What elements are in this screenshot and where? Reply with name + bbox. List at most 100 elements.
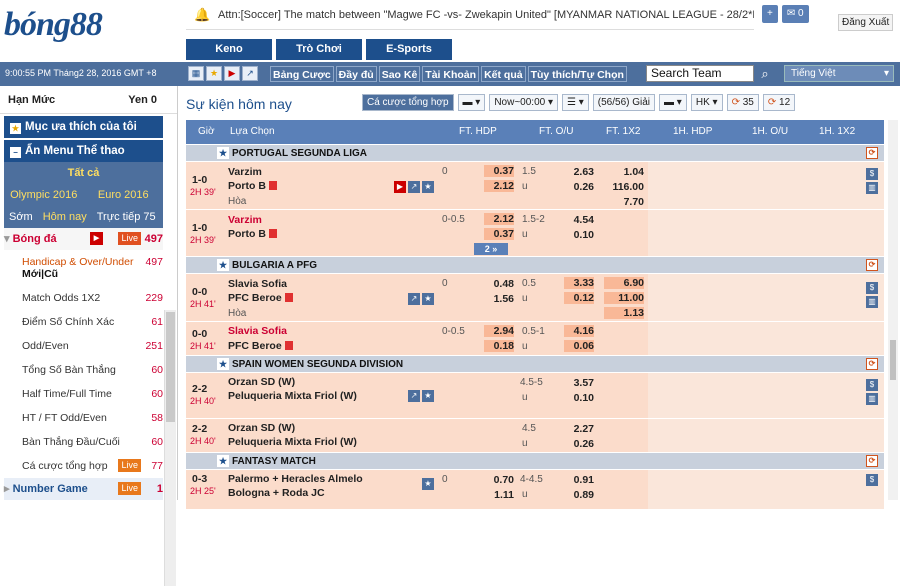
- market-ht-ft[interactable]: Half Time/Full Time 60: [4, 382, 163, 406]
- refresh-icon[interactable]: ⟳: [866, 358, 878, 370]
- market-1x2[interactable]: Match Odds 1X2 229: [4, 286, 163, 310]
- nav-esports[interactable]: E-Sports: [366, 39, 452, 60]
- odds-cell[interactable]: 0.10: [564, 229, 594, 241]
- play-icon[interactable]: ▶: [90, 232, 103, 245]
- odds-cell[interactable]: 3.33: [564, 277, 594, 289]
- refresh-icon[interactable]: ⟳: [866, 455, 878, 467]
- live-stream-icon[interactable]: ▶: [394, 181, 406, 193]
- market-first-last[interactable]: Bàn Thắng Đầu/Cuối 60: [4, 430, 163, 454]
- star-icon[interactable]: ★: [217, 455, 229, 467]
- stats-icon[interactable]: ▥: [866, 393, 878, 405]
- stats-icon[interactable]: ↗: [408, 293, 420, 305]
- odds-cell[interactable]: 3.57: [564, 377, 594, 389]
- parlay-button[interactable]: Cá cược tổng hợp: [362, 94, 454, 111]
- scroll-thumb[interactable]: [166, 312, 175, 422]
- all-sports[interactable]: Tất cả: [4, 162, 163, 184]
- stats-icon[interactable]: ↗: [408, 390, 420, 402]
- league-select[interactable]: (56/56) Giải: [592, 94, 656, 111]
- market-correct-score[interactable]: Điểm Số Chính Xác 61: [4, 310, 163, 334]
- dollar-icon[interactable]: $: [866, 282, 878, 294]
- news-ticker[interactable]: 🔔 Attn:[Soccer] The match between "Magwe…: [186, 0, 754, 30]
- nav-betlist[interactable]: Bảng Cược: [270, 66, 334, 82]
- search-icon[interactable]: ⌕: [756, 65, 774, 82]
- star-icon[interactable]: ★: [217, 358, 229, 370]
- logout-button[interactable]: Đăng Xuất: [838, 14, 894, 31]
- nav-preferences[interactable]: Tùy thích/Tự Chọn: [527, 66, 627, 82]
- sport-soccer[interactable]: ▾ Bóng đá ▶ Live 497: [4, 228, 163, 250]
- odds-cell[interactable]: 2.27: [564, 423, 594, 435]
- nav-games[interactable]: Trò Chơi: [276, 39, 362, 60]
- nav-statement[interactable]: Sao Kê: [378, 66, 421, 82]
- odds-type-select[interactable]: HK ▾: [690, 94, 723, 111]
- odds-cell[interactable]: 0.48: [484, 278, 514, 290]
- nav-account[interactable]: Tài Khoản: [422, 66, 480, 82]
- mail-button[interactable]: ✉ 0: [781, 5, 809, 23]
- market-ht-ft-oe[interactable]: HT / FT Odd/Even 58: [4, 406, 163, 430]
- odds-cell[interactable]: 4.16: [564, 325, 594, 337]
- tab-today[interactable]: Hôm nay: [38, 206, 92, 228]
- view-select[interactable]: ▬ ▾: [457, 94, 486, 111]
- refresh-button[interactable]: ⟳ 35: [726, 94, 759, 111]
- language-select[interactable]: Tiếng Việt ▾: [784, 65, 894, 82]
- odds-cell[interactable]: 1.56: [484, 293, 514, 305]
- league-header[interactable]: ★ FANTASY MATCH ⟳: [186, 452, 884, 469]
- star-icon[interactable]: ★: [217, 259, 229, 271]
- odds-cell[interactable]: 6.90: [604, 277, 644, 289]
- stats-icon[interactable]: ↗: [408, 181, 420, 193]
- league-header[interactable]: ★ PORTUGAL SEGUNDA LIGA ⟳: [186, 144, 884, 161]
- star-icon[interactable]: ★: [206, 66, 222, 81]
- odds-cell[interactable]: 7.70: [610, 196, 644, 208]
- dollar-icon[interactable]: $: [866, 474, 878, 486]
- star-icon[interactable]: ★: [422, 478, 434, 490]
- add-button[interactable]: +: [762, 5, 778, 23]
- grid-icon[interactable]: ▦: [188, 66, 204, 81]
- odds-cell[interactable]: 2.63: [564, 166, 594, 178]
- odds-cell[interactable]: 0.37: [484, 228, 514, 240]
- odds-cell[interactable]: 0.89: [564, 489, 594, 501]
- stats-icon[interactable]: ▥: [866, 182, 878, 194]
- odds-cell[interactable]: 0.91: [564, 474, 594, 486]
- odds-cell[interactable]: 1.04: [610, 166, 644, 178]
- sidebar-scrollbar[interactable]: [164, 310, 176, 586]
- dollar-icon[interactable]: $: [866, 379, 878, 391]
- sort-select[interactable]: ☰ ▾: [562, 94, 589, 111]
- market-total-goals[interactable]: Tổng Số Bàn Thắng 60: [4, 358, 163, 382]
- star-icon[interactable]: ★: [422, 390, 434, 402]
- odds-cell[interactable]: 1.13: [604, 307, 644, 319]
- odds-cell[interactable]: 1.11: [484, 489, 514, 501]
- new-old-toggle[interactable]: Mới|Cũ: [22, 267, 58, 281]
- stats-icon[interactable]: ▥: [866, 296, 878, 308]
- league-header[interactable]: ★ SPAIN WOMEN SEGUNDA DIVISION ⟳: [186, 355, 884, 372]
- odds-cell[interactable]: 0.26: [564, 438, 594, 450]
- live-badge[interactable]: Live: [118, 459, 141, 472]
- scroll-thumb[interactable]: [890, 340, 896, 380]
- brand-logo[interactable]: bóng88: [4, 6, 103, 44]
- ticker-text[interactable]: Attn:[Soccer] The match between "Magwe F…: [218, 9, 754, 21]
- live-badge[interactable]: Live: [118, 482, 141, 495]
- nav-results[interactable]: Kết quả: [481, 66, 526, 82]
- odds-cell[interactable]: 2.94: [484, 325, 514, 337]
- more-bets-button[interactable]: 2 »: [474, 243, 508, 255]
- star-icon[interactable]: ★: [422, 293, 434, 305]
- refresh-icon[interactable]: ⟳: [866, 147, 878, 159]
- market-hdp-ou[interactable]: Handicap & Over/Under 497 Mới|Cũ: [4, 250, 163, 286]
- olympic-link[interactable]: Olympic 2016: [4, 184, 84, 206]
- odds-cell[interactable]: 2.12: [484, 213, 514, 225]
- odds-cell[interactable]: 0.70: [484, 474, 514, 486]
- odds-cell[interactable]: 116.00: [610, 181, 644, 193]
- dollar-icon[interactable]: $: [866, 168, 878, 180]
- market-parlay[interactable]: Cá cược tổng hợp Live 77: [4, 454, 163, 478]
- sport-number-game[interactable]: ▸ Number Game Live 1: [4, 478, 163, 500]
- odds-cell[interactable]: 0.26: [564, 181, 594, 193]
- favorites-header[interactable]: ★ Mục ưa thích của tôi: [4, 116, 163, 138]
- time-select[interactable]: Now~00:00 ▾: [489, 94, 559, 111]
- market-odd-even[interactable]: Odd/Even 251: [4, 334, 163, 358]
- odds-cell[interactable]: 0.06: [564, 340, 594, 352]
- refresh-button-2[interactable]: ⟳ 12: [762, 94, 796, 111]
- star-icon[interactable]: ★: [217, 147, 229, 159]
- star-icon[interactable]: ★: [422, 181, 434, 193]
- main-scrollbar[interactable]: [888, 120, 898, 500]
- hide-menu-header[interactable]: − Ẩn Menu Thể thao: [4, 140, 163, 162]
- refresh-icon[interactable]: ⟳: [866, 259, 878, 271]
- tab-live[interactable]: Trực tiếp 75: [92, 206, 161, 228]
